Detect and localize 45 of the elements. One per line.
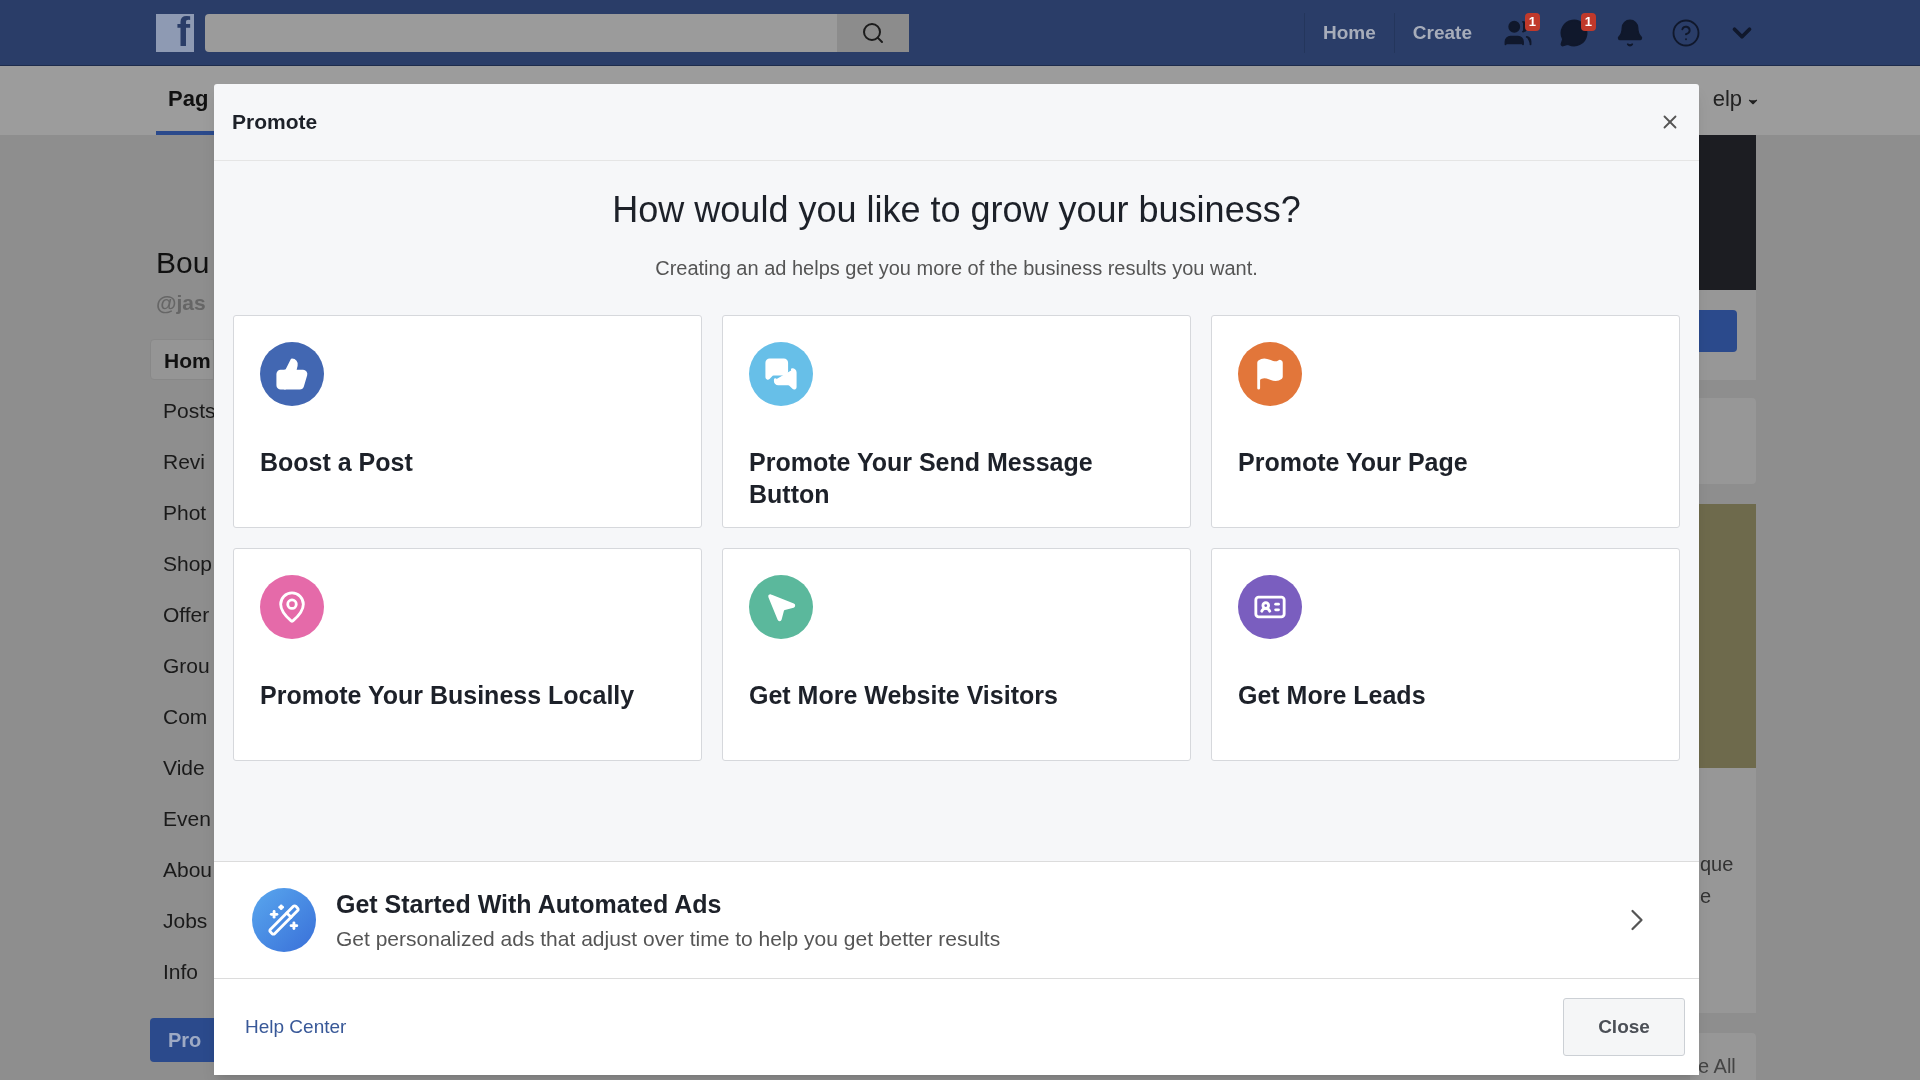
option-title: Promote Your Page — [1238, 447, 1469, 478]
sidebar-item[interactable]: Vide — [150, 746, 214, 788]
search-icon[interactable] — [861, 20, 885, 45]
page-title: Bou — [155, 245, 211, 281]
option-card[interactable]: Promote Your Send Message Button — [722, 315, 1191, 528]
sidebar-item[interactable]: Grou — [150, 644, 214, 686]
sidebar-item[interactable]: Posts — [150, 389, 214, 431]
sidebar-item[interactable]: Offer — [150, 593, 214, 635]
sidebar-item[interactable]: Info — [150, 950, 214, 992]
sidebar-item[interactable]: Revi — [150, 440, 214, 482]
notification-badge: 1 — [1524, 12, 1540, 31]
option-card[interactable]: Promote Your Business Locally — [233, 548, 702, 761]
nav-link[interactable]: Home — [1304, 12, 1394, 53]
promote-button[interactable]: Pro — [150, 1017, 214, 1062]
logo[interactable]: f — [156, 13, 194, 52]
option-title: Boost a Post — [260, 447, 414, 478]
option-title: Get More Leads — [1238, 680, 1427, 711]
option-card[interactable]: Get More Leads — [1211, 548, 1680, 761]
dialog-heading: How would you like to grow your business? — [611, 188, 1302, 232]
sidebar-item[interactable]: Hom — [150, 338, 214, 380]
help-tab[interactable]: elp — [1712, 82, 1742, 135]
nav-link[interactable]: Create — [1393, 12, 1490, 53]
sidebar-item[interactable]: Com — [150, 695, 214, 737]
option-card[interactable]: Promote Your Page — [1211, 315, 1680, 528]
automated-ads-description: Get personalized ads that adjust over time to help you get better results — [336, 926, 1001, 952]
option-card[interactable]: Boost a Post — [233, 315, 702, 528]
card-text: que — [1699, 852, 1734, 877]
automated-ads-row[interactable]: Get Started With Automated Ads Get personalized ads that adjust over time to help you get better results — [214, 861, 1699, 978]
card-text: e — [1699, 884, 1712, 909]
option-title: Promote Your Business Locally — [260, 680, 636, 711]
option-title: Get More Website Visitors — [749, 680, 1059, 711]
notification-badge: 1 — [1580, 12, 1596, 31]
sidebar-item[interactable]: Shop — [150, 542, 214, 584]
sidebar-item[interactable]: Jobs — [150, 899, 214, 941]
sidebar-item[interactable]: Abou — [150, 848, 214, 890]
sidebar-item[interactable]: Even — [150, 797, 214, 839]
option-card[interactable]: Get More Website Visitors — [722, 548, 1191, 761]
sidebar-item[interactable]: Phot — [150, 491, 214, 533]
dialog-title: Promote — [232, 109, 318, 136]
dialog-subtitle: Creating an ad helps get you more of the business results you want. — [654, 256, 1259, 281]
close-button[interactable]: Close — [1563, 998, 1685, 1056]
automated-ads-title: Get Started With Automated Ads — [336, 888, 723, 920]
option-title: Promote Your Send Message Button — [749, 447, 1094, 510]
search-field[interactable] — [205, 13, 909, 52]
help-center-link[interactable]: Help Center — [245, 1012, 347, 1042]
